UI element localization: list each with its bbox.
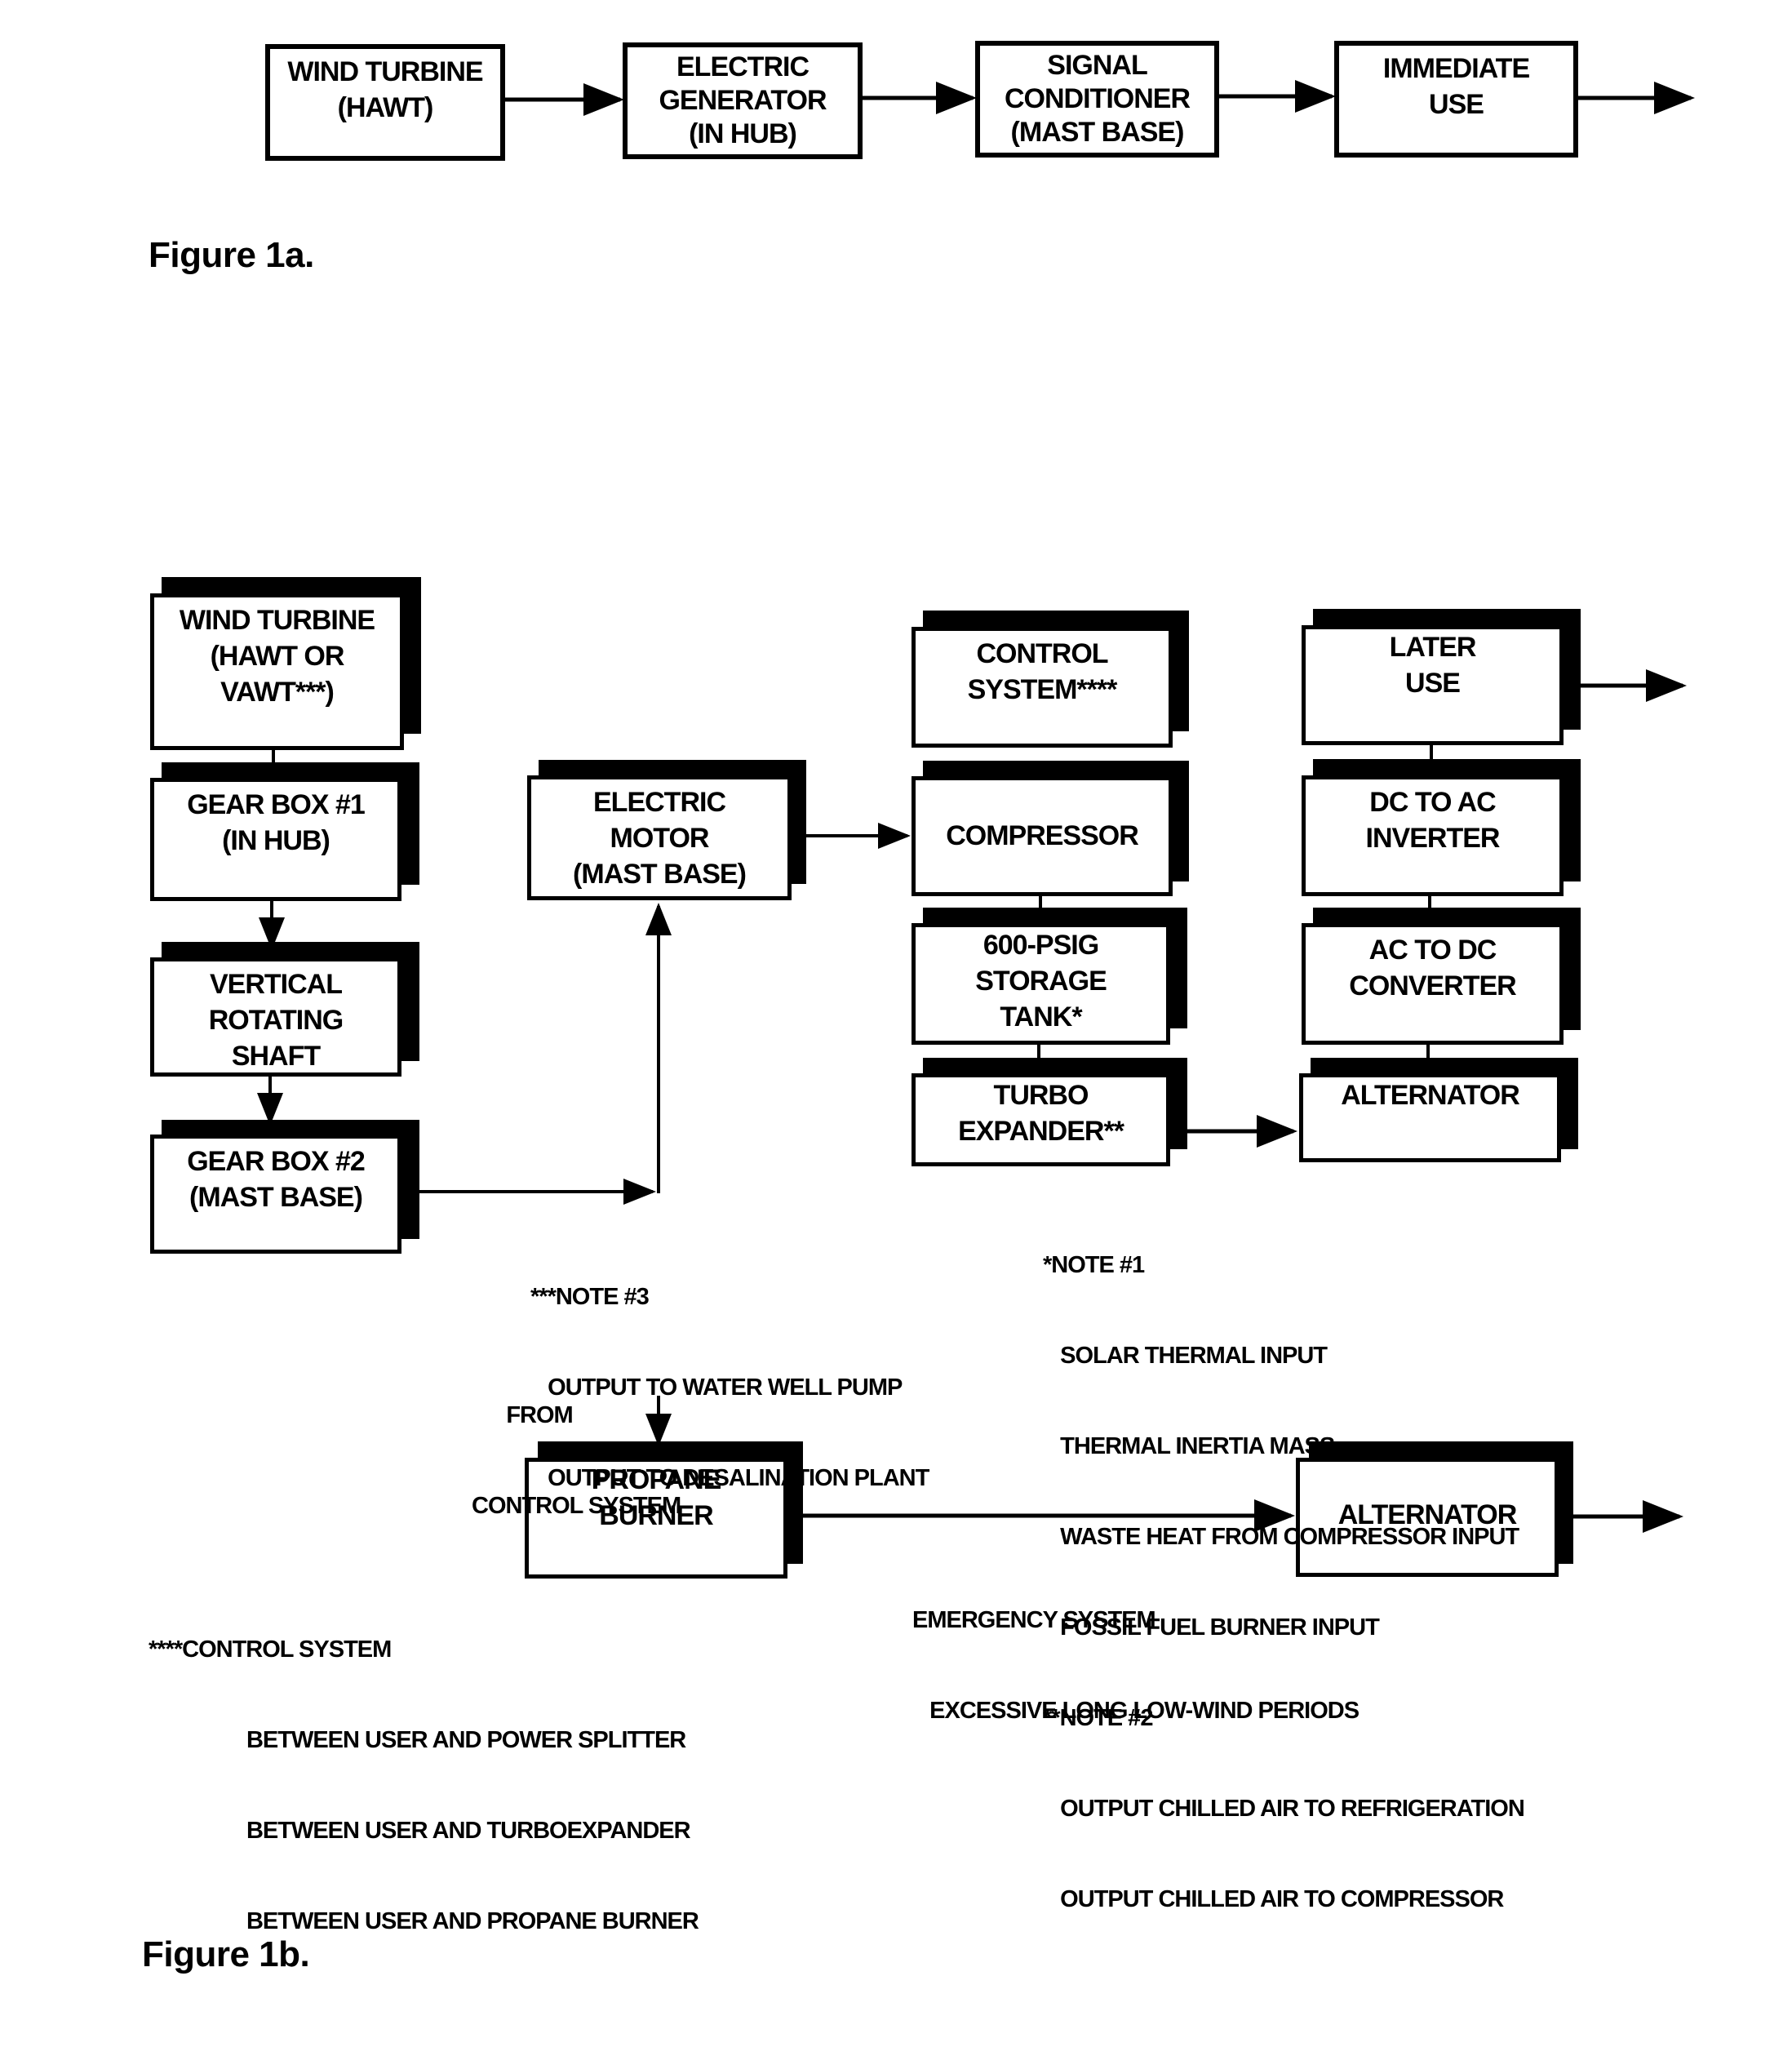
box-label: GEAR BOX #1 bbox=[187, 789, 366, 820]
box-later-use: LATER USE bbox=[1302, 625, 1564, 745]
box-label: LATER bbox=[1389, 632, 1477, 663]
box-label: (MAST BASE) bbox=[1010, 117, 1185, 148]
note-line: BETWEEN USER AND PROPANE BURNER bbox=[149, 1908, 699, 1934]
box-label: WIND TURBINE bbox=[287, 56, 483, 87]
box-label: SYSTEM**** bbox=[967, 674, 1118, 705]
box-label: SIGNAL bbox=[1047, 50, 1147, 81]
box-label: (HAWT) bbox=[337, 92, 434, 123]
box-ac-to-dc-converter: AC TO DC CONVERTER bbox=[1302, 923, 1564, 1045]
note-line: FROM bbox=[472, 1402, 573, 1428]
note-line: THERMAL INERTIA MASS bbox=[1043, 1433, 1335, 1459]
emergency-system-note: EMERGENCY SYSTEM EXCESSIVE LONG LOW-WIND… bbox=[912, 1545, 1360, 1756]
box-label: SHAFT bbox=[231, 1041, 321, 1072]
note-line: BETWEEN USER AND POWER SPLITTER bbox=[149, 1727, 686, 1753]
box-label: ALTERNATOR bbox=[1341, 1080, 1520, 1111]
box-label: ELECTRIC bbox=[676, 51, 810, 82]
note-line: EXCESSIVE LONG LOW-WIND PERIODS bbox=[912, 1698, 1360, 1724]
box-label: GEAR BOX #2 bbox=[187, 1146, 366, 1177]
box-immediate-use: IMMEDIATE USE bbox=[1334, 41, 1578, 158]
control-system-note: ****CONTROL SYSTEM BETWEEN USER AND POWE… bbox=[149, 1574, 699, 1967]
box-label: USE bbox=[1429, 89, 1484, 120]
box-label: 600-PSIG bbox=[982, 930, 1099, 961]
box-gear-box-1: GEAR BOX #1 (IN HUB) bbox=[150, 778, 401, 901]
box-gear-box-2: GEAR BOX #2 (MAST BASE) bbox=[150, 1135, 401, 1254]
box-label: ELECTRIC bbox=[593, 787, 726, 818]
box-label: CONTROL bbox=[976, 638, 1108, 669]
box-compressor: COMPRESSOR bbox=[912, 776, 1173, 896]
box-vertical-rotating-shaft: VERTICAL ROTATING SHAFT bbox=[150, 957, 401, 1077]
box-signal-conditioner: SIGNAL CONDITIONER (MAST BASE) bbox=[975, 41, 1219, 158]
note-line: ****CONTROL SYSTEM bbox=[149, 1636, 392, 1663]
box-wind-turbine-hawt: WIND TURBINE (HAWT) bbox=[265, 44, 505, 161]
box-label: WIND TURBINE bbox=[179, 605, 375, 636]
box-label: CONDITIONER bbox=[1005, 83, 1191, 114]
box-label: AC TO DC bbox=[1368, 935, 1497, 966]
box-wind-turbine: WIND TURBINE (HAWT OR VAWT***) bbox=[150, 593, 404, 750]
box-turbo-expander: TURBO EXPANDER** bbox=[912, 1073, 1170, 1166]
note-line: SOLAR THERMAL INPUT bbox=[1043, 1343, 1328, 1369]
note-line: CONTROL SYSTEM bbox=[472, 1493, 681, 1519]
note-line: *NOTE #1 bbox=[1043, 1252, 1145, 1278]
box-label: USE bbox=[1405, 668, 1461, 699]
box-label: STORAGE bbox=[975, 966, 1107, 997]
box-label: (IN HUB) bbox=[222, 825, 330, 856]
box-storage-tank: 600-PSIG STORAGE TANK* bbox=[912, 923, 1170, 1045]
box-control-system: CONTROL SYSTEM**** bbox=[912, 627, 1173, 748]
box-label: EXPANDER** bbox=[958, 1116, 1124, 1147]
box-dc-to-ac-inverter: DC TO AC INVERTER bbox=[1302, 775, 1564, 896]
box-label: CONVERTER bbox=[1349, 970, 1516, 1001]
from-control-system-label: FROM CONTROL SYSTEM bbox=[472, 1340, 681, 1552]
box-label: VAWT***) bbox=[220, 677, 335, 708]
box-label: IMMEDIATE bbox=[1382, 53, 1530, 84]
box-label: COMPRESSOR bbox=[946, 820, 1139, 851]
box-label: DC TO AC bbox=[1369, 787, 1496, 818]
box-electric-generator: ELECTRIC GENERATOR (IN HUB) bbox=[623, 42, 863, 159]
box-label: TURBO bbox=[993, 1080, 1089, 1111]
figure-1a-caption: Figure 1a. bbox=[149, 235, 314, 275]
box-label: (HAWT OR bbox=[210, 641, 345, 672]
box-label: TANK* bbox=[1000, 1001, 1082, 1032]
box-label: VERTICAL bbox=[210, 969, 343, 1000]
box-label: MOTOR bbox=[610, 823, 710, 854]
note-line: OUTPUT CHILLED AIR TO REFRIGERATION bbox=[1043, 1796, 1525, 1822]
box-label: (IN HUB) bbox=[689, 118, 797, 149]
note-line: BETWEEN USER AND TURBOEXPANDER bbox=[149, 1818, 691, 1844]
box-label: GENERATOR bbox=[659, 85, 827, 116]
box-alternator-turbo: ALTERNATOR bbox=[1299, 1073, 1561, 1162]
box-label: (MAST BASE) bbox=[189, 1182, 363, 1213]
note-line: ***NOTE #3 bbox=[530, 1284, 650, 1310]
note-line: OUTPUT CHILLED AIR TO COMPRESSOR bbox=[1043, 1886, 1504, 1912]
box-label: ROTATING bbox=[208, 1005, 344, 1036]
box-label: INVERTER bbox=[1365, 823, 1501, 854]
box-label: (MAST BASE) bbox=[573, 859, 747, 890]
note-line: EMERGENCY SYSTEM bbox=[912, 1607, 1156, 1633]
box-electric-motor: ELECTRIC MOTOR (MAST BASE) bbox=[527, 775, 792, 900]
